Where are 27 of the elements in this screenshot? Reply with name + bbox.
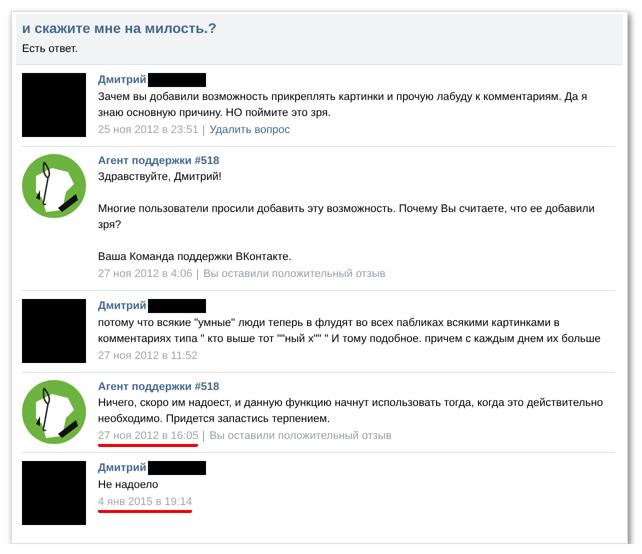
message-text: Ваша Команда поддержки ВКонтакте. [98,250,293,265]
message-text: Не надоело [98,478,160,493]
message-text: потому что всякие "умные" люди теперь в флудят во всех пабликах всякими картинками в комментариях типа " кто выше тот ""ный х"" " И тому подобное. причем с каждым днем их больше [98,316,602,347]
author-name[interactable]: Дмитрий [98,300,146,312]
message-text: Здравствуйте, Дмитрий! [98,170,223,185]
message-date: 27 ноя 2012 в 16:05 [98,430,198,447]
redacted-avatar [22,73,86,137]
redacted-avatar [22,299,86,363]
delete-link[interactable]: Удалить вопрос [209,124,290,141]
message-date: 4 янв 2015 в 19:14 [98,496,192,513]
redacted-avatar [22,461,86,525]
message-date: 25 ноя 2012 в 23:51 [98,124,198,138]
message-text: Зачем вы добавили возможность прикреплять картинки и прочую лабуду к комментариям. Да я знаю основную причину. НО поймите это зря. [98,90,588,121]
author-name[interactable]: Агент поддержки #518 [98,381,220,393]
author-name[interactable]: Дмитрий [98,462,146,474]
author-name[interactable]: Агент поддержки #518 [98,155,220,167]
question-status: Есть ответ. [22,43,79,55]
avatar-icon [22,380,86,444]
message-date: 27 ноя 2012 в 4:06 [98,268,192,282]
avatar-icon [22,154,86,218]
question-title: и скажите мне на милость.? [22,20,218,36]
author-name[interactable]: Дмитрий [98,74,146,86]
message-text: Многие пользователи просили добавить эту возможность. Почему Вы считаете, что ее добавили зря? [98,202,596,233]
message-date: 27 ноя 2012 в 11:52 [98,350,198,364]
feedback-note: Вы оставили положительный отзыв [203,268,386,282]
message-text: Ничего, скоро им надоест, и данную функцию начнут использовать тогда, когда это действительно необходимо. Придется запастись терпением. [98,396,604,427]
feedback-note: Вы оставили положительный отзыв [209,430,392,444]
